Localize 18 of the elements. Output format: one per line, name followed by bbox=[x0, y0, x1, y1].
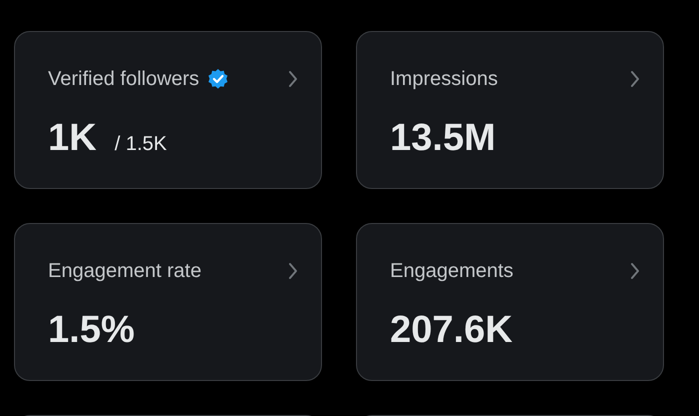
card-title: Engagement rate bbox=[48, 259, 202, 284]
card-value: 13.5M bbox=[390, 116, 496, 160]
card-title: Engagements bbox=[390, 259, 514, 284]
stat-card[interactable]: Verified followers 1K / 1.5K bbox=[14, 31, 322, 189]
chevron-right-icon bbox=[287, 261, 299, 281]
chevron-right-icon bbox=[629, 261, 641, 281]
card-value: 1K bbox=[48, 116, 97, 160]
chevron-right-icon bbox=[629, 69, 641, 89]
verified-badge-icon bbox=[207, 68, 230, 90]
card-title: Verified followers bbox=[48, 67, 200, 92]
card-total: / 1.5K bbox=[114, 132, 167, 157]
card-value: 207.6K bbox=[390, 308, 513, 352]
card-value: 1.5% bbox=[48, 308, 135, 352]
stat-card[interactable]: Engagement rate 1.5% bbox=[14, 223, 322, 381]
card-title: Impressions bbox=[390, 67, 498, 92]
chevron-right-icon bbox=[287, 69, 299, 89]
stat-card[interactable]: Engagements 207.6K bbox=[356, 223, 664, 381]
stat-card[interactable]: Impressions 13.5M bbox=[356, 31, 664, 189]
